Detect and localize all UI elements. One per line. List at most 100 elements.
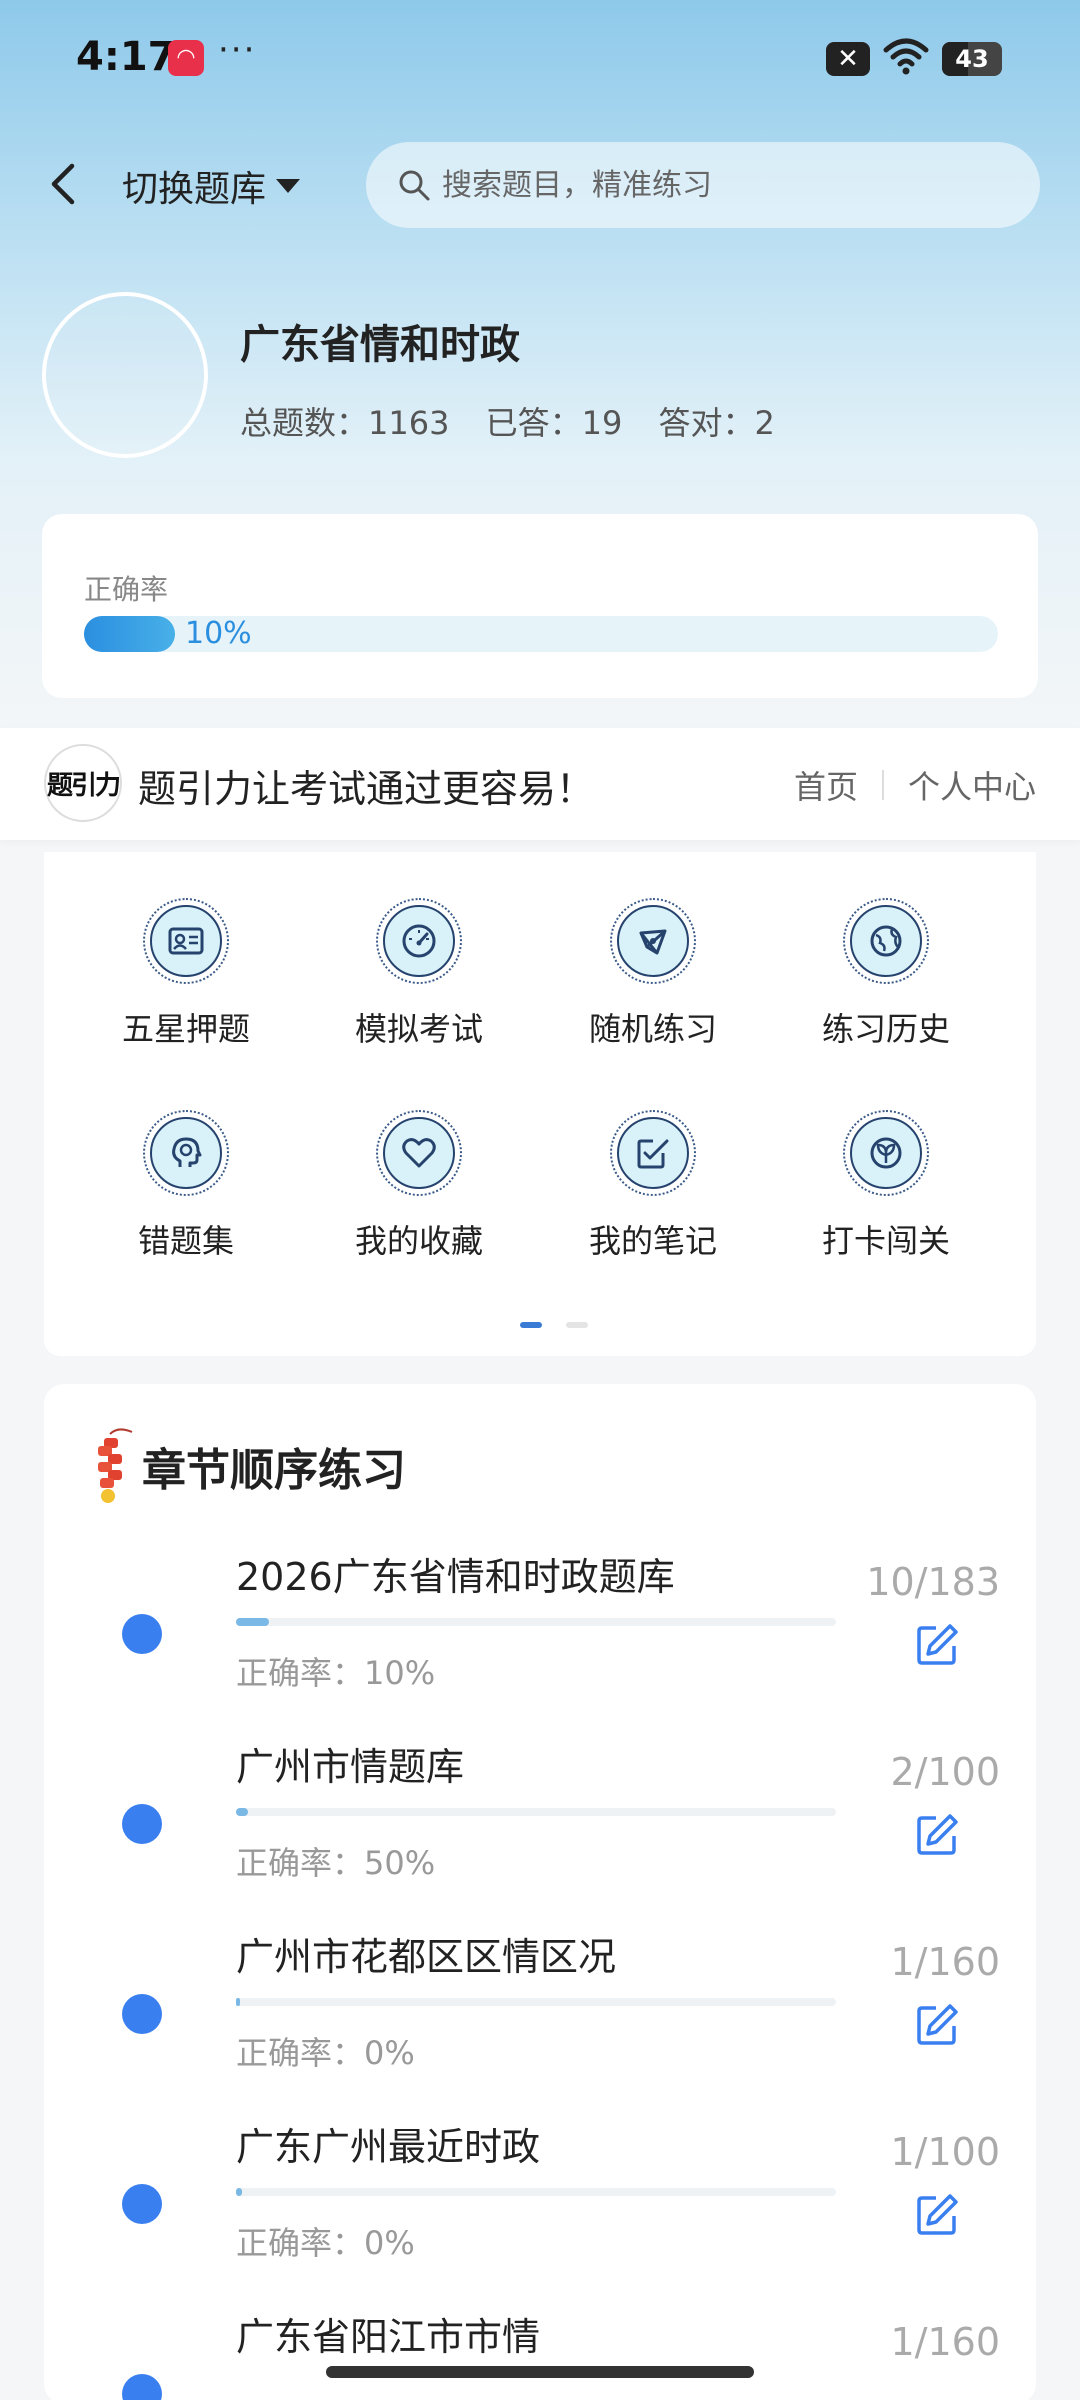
edit-icon[interactable]: [914, 1812, 960, 1858]
battery-level: 43: [955, 45, 989, 73]
chapter-progress-bar: [236, 2188, 836, 2196]
back-arrow-icon[interactable]: [44, 160, 84, 208]
correct-count: 答对：2: [658, 404, 775, 442]
firecracker-icon: [98, 1428, 133, 1503]
accuracy-progress-bar: 10%: [84, 616, 998, 652]
chapter-name: 广州市花都区区情区况: [236, 1935, 617, 1979]
chapter-count: 1/160: [890, 1940, 1000, 1984]
chapter-header: 章节顺序练习: [92, 1424, 406, 1508]
search-input[interactable]: [442, 167, 1002, 203]
chapter-count: 1/100: [890, 2130, 1000, 2174]
chapter-progress-bar: [236, 1808, 836, 1816]
accuracy-card: 正确率 10%: [42, 514, 1038, 698]
chapter-item[interactable]: 2026广东省情和时政题库 正确率：10% 10/183: [44, 1546, 1036, 1736]
heart-icon: [402, 1138, 436, 1168]
chapter-progress-fill: [236, 1808, 248, 1816]
chapter-item[interactable]: 广东省阳江市市情 1/160: [44, 2306, 1036, 2400]
chapter-progress-fill: [236, 1998, 240, 2006]
home-indicator[interactable]: [326, 2366, 754, 2378]
chapter-progress-bar: [236, 1998, 836, 2006]
search-icon: [399, 170, 430, 201]
switch-bank-dropdown[interactable]: 切换题库: [122, 160, 301, 212]
chapter-item[interactable]: 广州市花都区区情区况 正确率：0% 1/160: [44, 1926, 1036, 2116]
grid-item-label: 练习历史: [821, 1010, 950, 1048]
bank-title: 广东省情和时政: [240, 322, 520, 368]
grid-item-practice-history[interactable]: 练习历史: [786, 898, 986, 1050]
grid-item-checkin[interactable]: 打卡闯关: [786, 1110, 986, 1262]
chapter-progress-fill: [236, 2188, 242, 2196]
chapter-name: 广东广州最近时政: [236, 2125, 541, 2169]
pager-dot[interactable]: [566, 1322, 588, 1328]
chapter-accuracy: 正确率：10%: [236, 1654, 436, 1692]
status-bar: 4:17 ◠ ··· ✕ 43: [0, 0, 1080, 120]
total-questions: 总题数：1163: [240, 404, 450, 442]
chapter-name: 广州市情题库: [236, 1745, 465, 1789]
chapter-dot: [122, 1614, 162, 1654]
bank-stats: 总题数：1163 已答：19 答对：2: [240, 398, 801, 444]
chapter-dot: [122, 1994, 162, 2034]
chapter-item[interactable]: 广州市情题库 正确率：50% 2/100: [44, 1736, 1036, 1926]
grid-item-label: 五星押题: [121, 1010, 250, 1048]
nav-divider: [881, 770, 884, 800]
accuracy-progress-fill: [84, 616, 175, 652]
caret-down-icon: [276, 179, 301, 193]
chapter-practice-card: 章节顺序练习 2026广东省情和时政题库 正确率：10% 10/183 广州市情…: [44, 1384, 1036, 2400]
edit-icon[interactable]: [914, 2192, 960, 2238]
chapter-dot: [122, 1804, 162, 1844]
brand-banner: 题引力 题引力让考试通过更容易！ 首页 个人中心: [0, 728, 1080, 840]
switch-bank-label: 切换题库: [122, 169, 267, 210]
accuracy-percent: 10%: [185, 616, 252, 651]
grid-item-notes[interactable]: 我的笔记: [553, 1110, 753, 1262]
chapter-progress-fill: [236, 1618, 269, 1626]
note-check-icon: [637, 1139, 669, 1169]
chapter-accuracy: 正确率：50%: [236, 1844, 436, 1882]
grid-item-label: 模拟考试: [354, 1010, 483, 1048]
chapter-dot: [122, 2374, 162, 2400]
chapter-count: 2/100: [890, 1750, 1000, 1794]
grid-pager: [508, 1322, 600, 1328]
edit-icon[interactable]: [914, 2002, 960, 2048]
grid-item-label: 我的收藏: [354, 1222, 483, 1260]
banner-nav: 首页 个人中心: [794, 762, 1036, 808]
id-card-icon: [168, 927, 204, 955]
chapter-count: 10/183: [866, 1560, 1000, 1604]
grid-item-mock-exam[interactable]: 模拟考试: [319, 898, 519, 1050]
nav-home-link[interactable]: 首页: [794, 762, 858, 808]
chapter-accuracy: 正确率：0%: [236, 2224, 415, 2262]
edit-icon[interactable]: [914, 1622, 960, 1668]
chapter-accuracy: 正确率：0%: [236, 2034, 415, 2072]
network-icon: [639, 929, 667, 955]
pager-dot-active[interactable]: [520, 1322, 542, 1328]
grid-item-favorites[interactable]: 我的收藏: [319, 1110, 519, 1262]
nav-profile-link[interactable]: 个人中心: [908, 762, 1036, 808]
grid-item-five-star[interactable]: 五星押题: [86, 898, 286, 1050]
globe-icon: [870, 925, 902, 957]
chapter-dot: [122, 2184, 162, 2224]
sprout-icon: [870, 1137, 902, 1169]
grid-item-random-practice[interactable]: 随机练习: [553, 898, 753, 1050]
chapter-progress-bar: [236, 1618, 836, 1626]
search-bar[interactable]: [366, 142, 1040, 228]
feature-grid: 五星押题 模拟考试 随机练习 练习历史 错题集 我的收藏 我的笔记 打卡闯关: [44, 852, 1036, 1356]
chapter-title: 章节顺序练习: [142, 1445, 406, 1496]
status-time: 4:17: [76, 34, 176, 80]
accuracy-label: 正确率: [84, 573, 169, 606]
battery-icon: 43: [942, 42, 1002, 76]
answered-count: 已答：19: [485, 404, 623, 442]
grid-item-label: 我的笔记: [588, 1222, 717, 1260]
no-sim-icon: ✕: [826, 42, 870, 76]
more-notifications-icon: ···: [218, 30, 257, 70]
chapter-name: 广东省阳江市市情: [236, 2315, 541, 2359]
brand-slogan: 题引力让考试通过更容易！: [138, 767, 595, 811]
notification-app-icon: ◠: [168, 40, 204, 76]
chapter-count: 1/160: [890, 2320, 1000, 2364]
grid-item-label: 打卡闯关: [821, 1222, 950, 1260]
chapter-name: 2026广东省情和时政题库: [236, 1555, 675, 1599]
grid-item-wrong-questions[interactable]: 错题集: [86, 1110, 286, 1262]
avatar: [42, 292, 208, 458]
chapter-item[interactable]: 广东广州最近时政 正确率：0% 1/100: [44, 2116, 1036, 2306]
speedometer-icon: [402, 924, 436, 958]
grid-item-label: 错题集: [137, 1222, 234, 1260]
grid-item-label: 随机练习: [588, 1010, 717, 1048]
brand-logo: 题引力: [44, 744, 122, 822]
